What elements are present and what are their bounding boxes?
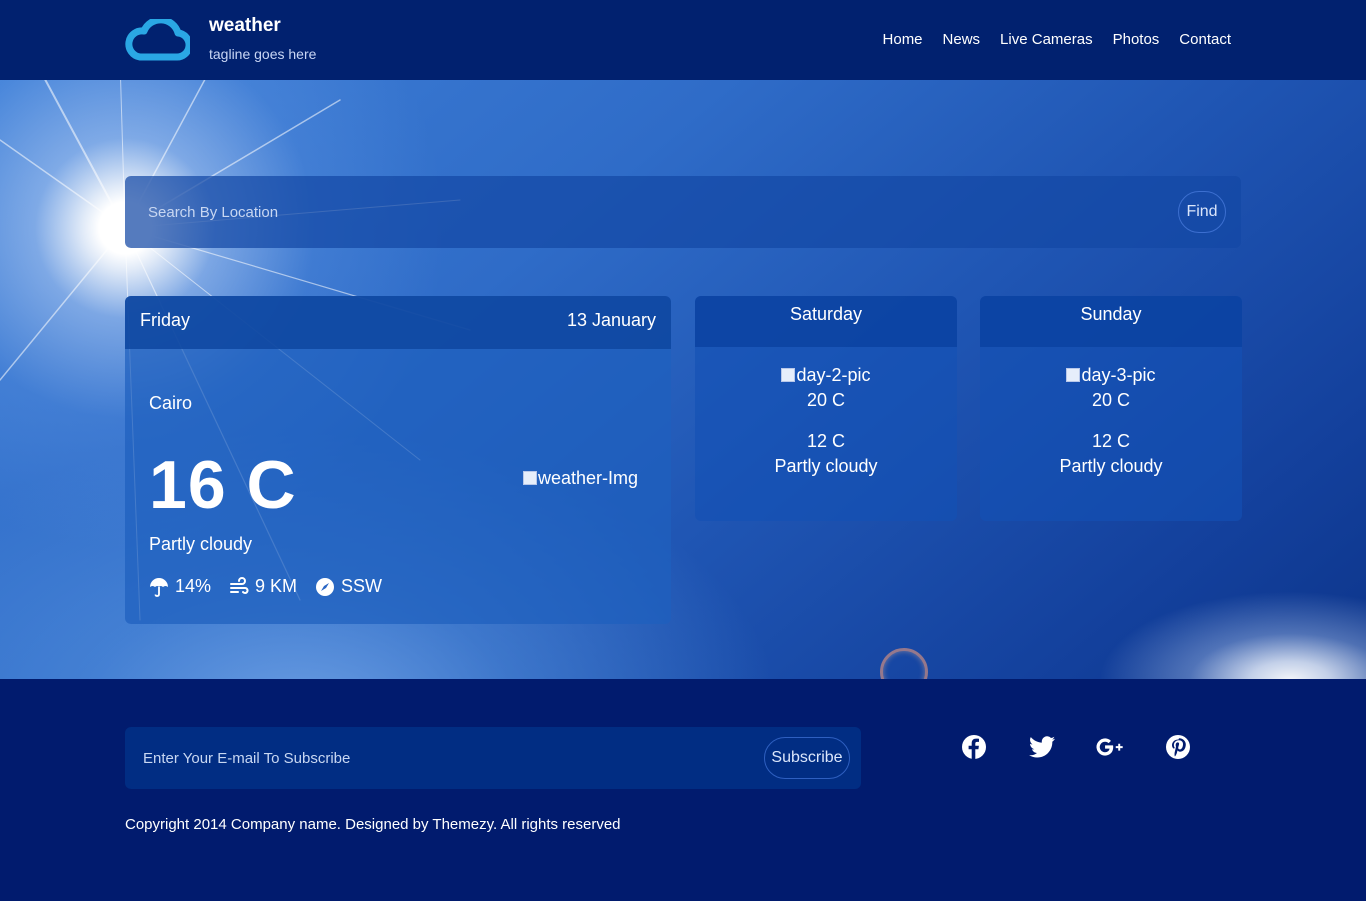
- social-links: [960, 733, 1232, 761]
- search-input[interactable]: [148, 200, 1148, 224]
- wind-icon: [230, 576, 249, 594]
- copyright-text: Copyright 2014 Company name. Designed by…: [125, 816, 621, 833]
- current-condition: Partly cloudy: [149, 534, 253, 554]
- nav-photos[interactable]: Photos: [1113, 31, 1160, 48]
- weather-stats: 14% 9 KM SSW: [149, 576, 400, 597]
- umbrella-icon: [150, 577, 168, 597]
- forecast-condition: Partly cloudy: [1059, 456, 1163, 476]
- forecast-image: day-2-pic: [695, 365, 957, 386]
- rain-value: 14%: [175, 576, 212, 596]
- compass-icon: [316, 577, 335, 596]
- cloud-icon[interactable]: [124, 19, 190, 61]
- nav-home[interactable]: Home: [883, 31, 923, 48]
- weather-image: weather-Img: [523, 468, 638, 489]
- forecast-card-sunday: Sunday day-3-pic 20 C 12 C Partly cloudy: [980, 296, 1242, 521]
- search-bar: Find: [125, 176, 1241, 248]
- forecast-image-alt: day-2-pic: [796, 365, 871, 385]
- site-header: weather tagline goes here Home News Live…: [0, 0, 1366, 80]
- nav-live-cameras[interactable]: Live Cameras: [1000, 31, 1093, 48]
- subscribe-button[interactable]: Subscribe: [764, 737, 850, 779]
- direction-value: SSW: [341, 576, 383, 596]
- wind-value: 9 KM: [255, 576, 298, 596]
- today-day: Friday: [140, 310, 191, 330]
- pinterest-icon[interactable]: [1164, 733, 1192, 761]
- google-plus-icon[interactable]: [1096, 733, 1124, 761]
- forecast-card-saturday: Saturday day-2-pic 20 C 12 C Partly clou…: [695, 296, 957, 521]
- forecast-low: 12 C: [806, 431, 846, 451]
- forecast-day: Sunday: [980, 296, 1242, 347]
- lens-flare: [880, 648, 928, 679]
- twitter-icon[interactable]: [1028, 733, 1056, 761]
- rain-stat: 14%: [149, 576, 211, 597]
- forecast-high: 20 C: [1091, 390, 1131, 410]
- today-card-header: Friday 13 January: [125, 296, 671, 349]
- main-nav: Home News Live Cameras Photos Contact: [883, 31, 1231, 48]
- city-name: Cairo: [149, 393, 193, 413]
- forecast-condition: Partly cloudy: [774, 456, 878, 476]
- subscribe-form: Subscribe: [125, 727, 861, 789]
- broken-image-icon: [781, 368, 796, 382]
- current-temperature: 16 C: [149, 447, 297, 523]
- nav-news[interactable]: News: [943, 31, 981, 48]
- forecast-high: 20 C: [806, 390, 846, 410]
- nav-contact[interactable]: Contact: [1179, 31, 1231, 48]
- forecast-image-alt: day-3-pic: [1081, 365, 1156, 385]
- facebook-icon[interactable]: [960, 733, 988, 761]
- site-footer: Subscribe Copyright 2014 Compa: [0, 679, 1366, 901]
- site-tagline: tagline goes here: [209, 46, 317, 62]
- broken-image-icon: [523, 471, 537, 485]
- direction-stat: SSW: [315, 576, 382, 597]
- forecast-low: 12 C: [1091, 431, 1131, 451]
- weather-image-alt: weather-Img: [538, 468, 639, 488]
- find-button[interactable]: Find: [1178, 191, 1226, 233]
- broken-image-icon: [1066, 368, 1081, 382]
- today-date: 13 January: [566, 310, 656, 330]
- site-title[interactable]: weather: [209, 15, 281, 37]
- wind-stat: 9 KM: [229, 576, 297, 597]
- today-forecast-card: Friday 13 January Cairo 16 C weather-Img…: [125, 296, 671, 624]
- forecast-image: day-3-pic: [980, 365, 1242, 386]
- forecast-day: Saturday: [695, 296, 957, 347]
- email-field[interactable]: [143, 747, 743, 769]
